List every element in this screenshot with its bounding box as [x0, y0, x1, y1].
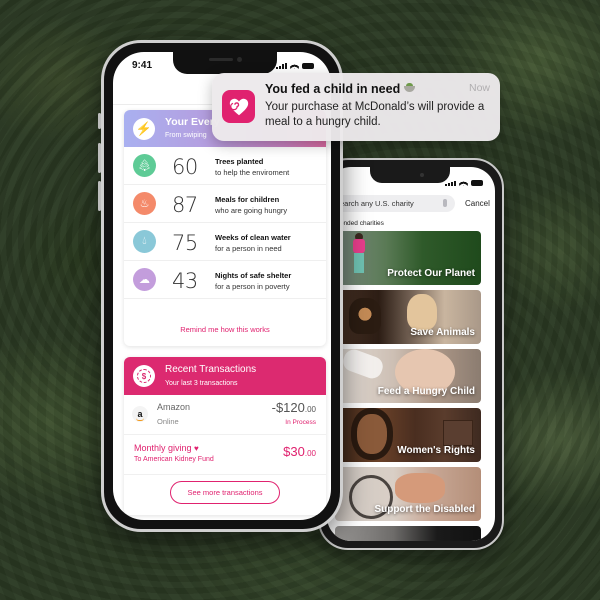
bowl-icon: ♨	[133, 192, 156, 215]
stat-title: Weeks of clean water	[215, 233, 291, 242]
stat-title: Trees planted	[215, 157, 264, 166]
stat-value: 75	[172, 231, 198, 255]
phone-notch	[173, 52, 277, 74]
status-icons	[276, 62, 314, 69]
stat-value: 43	[172, 269, 198, 293]
transactions-header: $ Recent Transactions Your last 3 transa…	[124, 357, 326, 395]
see-more-transactions-button[interactable]: See more transactions	[170, 481, 280, 504]
battery-icon	[302, 63, 314, 69]
amount-main: $30	[283, 444, 305, 459]
stat-value: 60	[172, 155, 198, 179]
remind-me-link[interactable]: Remind me how this works	[124, 325, 326, 334]
microphone-icon[interactable]	[443, 199, 447, 207]
stat-description: who are going hungry	[215, 206, 288, 215]
phone-side-button	[98, 181, 101, 211]
card-photo	[353, 239, 365, 253]
charity-card-feed-a-hungry-child[interactable]: Feed a Hungry Child	[335, 349, 481, 403]
cancel-button[interactable]: Cancel	[465, 199, 490, 208]
transaction-merchant: Amazon	[157, 402, 191, 412]
card-photo	[340, 349, 386, 382]
stat-description: for a person in need	[215, 244, 282, 253]
status-time: 9:41	[132, 60, 153, 71]
signal-icon	[276, 63, 287, 69]
amount-cents: .00	[304, 449, 316, 458]
lightning-bolt-icon: ⚡	[133, 118, 155, 140]
transaction-row[interactable]: Monthly giving ♥ To American Kidney Fund…	[124, 435, 326, 475]
heart-icon: ♥	[194, 444, 199, 453]
transactions-subtitle: Your last 3 transactions	[165, 380, 238, 387]
charity-card-label: Save Animals	[410, 327, 475, 338]
card-photo	[407, 294, 437, 330]
dollar-cycle-icon: $	[133, 365, 155, 387]
signal-icon	[445, 181, 456, 186]
amazon-logo-icon: a	[132, 406, 148, 422]
transaction-merchant: Monthly giving ♥	[134, 443, 199, 453]
phone-side-button	[98, 113, 101, 129]
push-notification[interactable]: You fed a child in need Now Your purchas…	[212, 73, 500, 141]
notification-time: Now	[468, 82, 490, 94]
card-photo	[395, 473, 445, 503]
impact-stat-row: 💧︎ 75 Weeks of clean water for a person …	[124, 223, 326, 261]
impact-subtitle: From swiping	[165, 132, 207, 139]
status-icons	[445, 179, 483, 186]
card-photo	[443, 420, 473, 446]
card-photo	[354, 253, 364, 273]
charity-card-support-the-disabled[interactable]: Support the Disabled	[335, 467, 481, 521]
charity-card-womens-rights[interactable]: Women's Rights	[335, 408, 481, 462]
stat-description: for a person in poverty	[215, 282, 290, 291]
shelter-icon: ☁	[133, 268, 156, 291]
transaction-amount: $30.00	[283, 444, 316, 459]
card-photo	[357, 414, 387, 454]
charity-card-protect-our-planet[interactable]: Protect Our Planet	[335, 231, 481, 285]
notification-body: Your purchase at McDonald’s will provide…	[265, 101, 485, 128]
impact-card: ⚡ Your Every From swiping 🌲︎ 60 Trees pl…	[124, 110, 326, 346]
stat-value: 87	[172, 193, 198, 217]
amount-cents: .00	[304, 405, 316, 414]
impact-stat-row: ♨ 87 Meals for children who are going hu…	[124, 185, 326, 223]
water-drop-icon: 💧︎	[133, 230, 156, 253]
card-photo	[349, 298, 381, 334]
search-placeholder: Search any U.S. charity	[335, 199, 414, 208]
phone-charity-search: 41 Search any U.S. charity Cancel mmende…	[318, 158, 504, 550]
heart-swirl-icon	[222, 90, 255, 123]
tree-icon: 🌲︎	[133, 154, 156, 177]
phone-screen: 41 Search any U.S. charity Cancel mmende…	[327, 167, 495, 541]
transaction-status: In Process	[285, 419, 316, 426]
charity-card-label: Women's Rights	[397, 445, 475, 456]
impact-stat-row: 🌲︎ 60 Trees planted to help the envirome…	[124, 147, 326, 185]
stat-description: to help the enviroment	[215, 168, 290, 177]
phone-notch	[370, 167, 450, 183]
charity-card-label: Feed a Hungry Child	[377, 386, 475, 397]
bowl-of-food-icon	[404, 83, 416, 92]
charity-card-partial[interactable]	[335, 526, 481, 541]
stat-title: Meals for children	[215, 195, 280, 204]
charity-search-input[interactable]: Search any U.S. charity	[331, 195, 455, 212]
amount-main: -$120	[271, 400, 305, 415]
battery-icon	[471, 180, 483, 186]
merchant-label: Monthly giving	[134, 443, 192, 453]
wifi-icon	[290, 62, 299, 69]
transactions-title: Recent Transactions	[165, 364, 257, 375]
transaction-amount: -$120.00	[272, 400, 316, 415]
wifi-icon	[459, 179, 468, 186]
charity-card-label: Protect Our Planet	[387, 268, 475, 279]
phone-side-button	[98, 143, 101, 173]
charity-list: Protect Our Planet Save Animals Feed a H…	[335, 231, 481, 541]
transaction-type: Online	[157, 417, 179, 426]
transaction-row[interactable]: a Amazon Online -$120.00 In Process	[124, 395, 326, 435]
notification-title-text: You fed a child in need	[265, 82, 401, 96]
charity-card-label: Support the Disabled	[374, 504, 475, 515]
notification-title: You fed a child in need	[265, 82, 416, 96]
impact-stat-row: ☁ 43 Nights of safe shelter for a person…	[124, 261, 326, 299]
transaction-type: To American Kidney Fund	[134, 456, 214, 463]
charity-card-save-animals[interactable]: Save Animals	[335, 290, 481, 344]
stat-title: Nights of safe shelter	[215, 271, 292, 280]
